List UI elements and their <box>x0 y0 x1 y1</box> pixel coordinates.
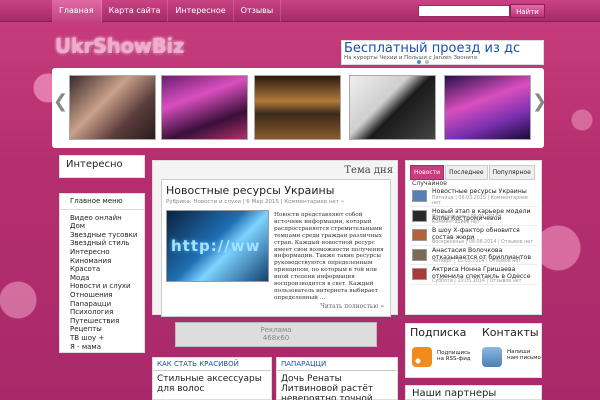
rss-icon[interactable] <box>412 347 432 367</box>
slide-party-photo[interactable] <box>69 75 156 140</box>
ad-placeholder[interactable]: Реклама 468x60 <box>175 322 377 347</box>
ad-subtitle: На курорты Чехии и Польши с Janzen Звони… <box>344 55 478 61</box>
contact-link[interactable]: Напиши нам письмо <box>507 349 541 361</box>
main-nav: Главная Карта сайта Интересное Отзывы <box>52 0 282 22</box>
menu-item[interactable]: Звездные тусовки <box>60 231 144 240</box>
ad-banner[interactable]: Бесплатный проезд из дс На курорты Чехии… <box>341 40 544 65</box>
menu-item[interactable]: Интересно <box>60 248 144 257</box>
section-post-title[interactable]: Дочь Ренаты Литвиновой растёт невероятно… <box>277 371 397 400</box>
read-more-link[interactable]: Читать полностью » <box>320 303 384 310</box>
menu-item[interactable]: Красота <box>60 265 144 274</box>
list-item[interactable]: Новостные ресурсы Украины Пятница | 06.0… <box>410 187 537 207</box>
news-thumbnail[interactable] <box>412 209 427 222</box>
search-input[interactable] <box>418 5 510 17</box>
menu-item[interactable]: Папарацци <box>60 300 144 309</box>
menu-item[interactable]: ТВ шоу + <box>60 334 144 343</box>
featured-title[interactable]: Новостные ресурсы Украины <box>166 184 390 197</box>
news-meta: Суббота | 10.05.2014 | Отзывов нет <box>432 278 522 284</box>
menu-item[interactable]: Мода <box>60 274 144 283</box>
search-button[interactable]: Найти <box>510 4 545 18</box>
list-item[interactable]: В шоу Х-фактор обновится состав жюри Вос… <box>410 226 537 246</box>
list-item[interactable]: Актриса Нонна Гришаева отменила спектакл… <box>410 265 537 285</box>
nav-home[interactable]: Главная <box>52 0 102 22</box>
nav-sitemap[interactable]: Карта сайта <box>102 0 169 22</box>
category-section: КАК СТАТЬ КРАСИВОЙ Стильные аксессуары д… <box>152 357 272 400</box>
menu-item[interactable]: Я - мама <box>60 343 144 352</box>
tab-popular[interactable]: Популярное <box>488 165 535 180</box>
slide-concert-photo[interactable] <box>161 75 248 140</box>
news-meta: Четверг | 15.05.2014 | Отзывов нет <box>432 259 522 264</box>
banner-label: Реклама <box>260 326 292 334</box>
news-thumbnail[interactable] <box>412 268 427 280</box>
news-thumbnail[interactable] <box>412 248 427 261</box>
nav-reviews[interactable]: Отзывы <box>234 0 282 22</box>
chevron-right-icon[interactable]: ❯ <box>532 91 547 112</box>
slide-city-lights-photo[interactable] <box>444 75 531 140</box>
tab-news[interactable]: Новости <box>410 165 445 180</box>
partners-widget: Наши партнеры <box>405 385 542 400</box>
section-category[interactable]: КАК СТАТЬ КРАСИВОЙ <box>153 358 271 371</box>
featured-image[interactable]: http://ww <box>166 210 269 282</box>
mail-icon[interactable] <box>482 347 502 367</box>
menu-item[interactable]: Новости и слухи <box>60 282 144 291</box>
featured-meta: Рубрика: Новости и слухи | 6 Мар 2015 | … <box>166 199 345 205</box>
contacts-title: Контакты <box>482 326 539 339</box>
widget-title: Главное меню <box>60 194 144 210</box>
menu-item[interactable]: Дом <box>60 222 144 231</box>
partners-title: Наши партнеры <box>412 388 497 399</box>
menu-item[interactable]: Путешествия <box>60 317 144 326</box>
menu-item[interactable]: Рецепты <box>60 325 144 334</box>
news-meta: Понедельник | 09.06.2014 | Комментариев … <box>432 215 502 225</box>
chevron-left-icon[interactable]: ❮ <box>53 91 68 112</box>
widget-title: Интересно <box>66 159 123 170</box>
menu-item[interactable]: Киномания <box>60 257 144 266</box>
news-meta: Воскресенье | 08.06.2014 | Отзывов нет <box>432 239 533 245</box>
menu-item[interactable]: Видео онлайн <box>60 214 144 223</box>
rss-link[interactable]: Подпишись на RSS-фид <box>437 350 477 362</box>
menu-item[interactable]: Психология <box>60 308 144 317</box>
photo-slider <box>52 68 544 148</box>
featured-post: Тема дня Новостные ресурсы Украины Рубри… <box>152 160 398 317</box>
section-category[interactable]: ПАПАРАЦЦИ <box>277 358 397 371</box>
site-logo[interactable]: UkrShowBiz <box>55 34 185 58</box>
featured-card: Новостные ресурсы Украины Рубрика: Новос… <box>161 179 391 317</box>
category-section: ПАПАРАЦЦИ Дочь Ренаты Литвиновой растёт … <box>276 357 398 400</box>
news-thumbnail[interactable] <box>412 190 427 202</box>
ad-pagination <box>417 60 429 64</box>
news-list-label: Случайное <box>412 180 448 187</box>
featured-text: Новости представляют собой источник инфо… <box>274 212 384 301</box>
list-item[interactable]: Новый этап в карьере модели Аллы Костром… <box>410 207 537 226</box>
news-tabs: Новости Последнее Популярное <box>410 165 536 180</box>
news-list: Случайное Новостные ресурсы Украины Пятн… <box>410 180 537 285</box>
subscribe-title: Подписка <box>410 326 467 339</box>
news-meta: Пятница | 06.03.2015 | Комментариев нет <box>432 195 528 206</box>
interesting-widget: Интересно <box>59 155 145 178</box>
banner-size: 468x60 <box>262 334 290 342</box>
menu-item[interactable]: Звездный стиль <box>60 239 144 248</box>
news-title[interactable]: Новостные ресурсы Украины <box>432 188 537 195</box>
slide-celebrity-photo[interactable] <box>349 75 436 140</box>
news-thumbnail[interactable] <box>412 229 427 241</box>
tab-latest[interactable]: Последнее <box>445 165 488 180</box>
main-menu-widget: Главное меню Видео онлайн Дом Звездные т… <box>59 193 145 353</box>
slide-bar-photo[interactable] <box>254 75 341 140</box>
dot[interactable] <box>425 60 429 64</box>
menu-item[interactable]: Отношения <box>60 291 144 300</box>
dot[interactable] <box>417 60 421 64</box>
list-item[interactable]: Анастасия Волочкова отказывается от брил… <box>410 246 537 265</box>
featured-image-text: http://ww <box>171 237 261 255</box>
ad-title: Бесплатный проезд из дс <box>344 41 521 56</box>
featured-header: Тема дня <box>344 165 393 176</box>
nav-interesting[interactable]: Интересное <box>168 0 234 22</box>
section-post-title[interactable]: Стильные аксессуары для волос <box>153 371 271 397</box>
